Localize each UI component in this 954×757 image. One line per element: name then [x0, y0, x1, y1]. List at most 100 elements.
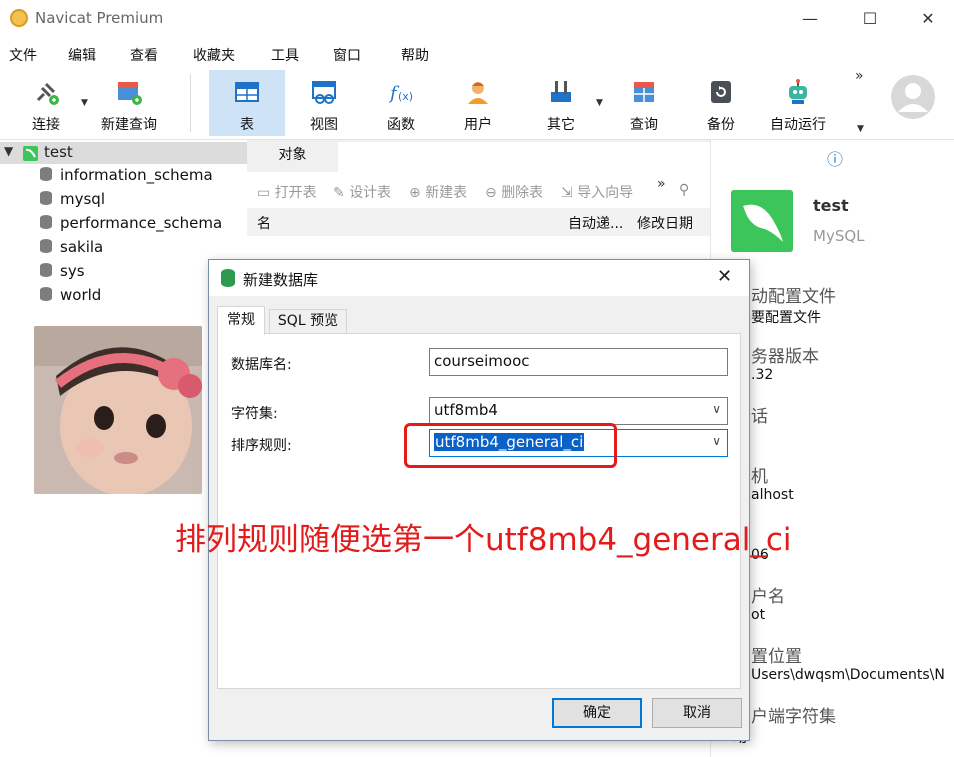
menu-window[interactable]: 窗口	[333, 45, 361, 65]
new-table-button[interactable]: ⊕ 新建表	[409, 182, 467, 202]
avatar-icon[interactable]	[890, 74, 936, 120]
autorun-dropdown-icon[interactable]: ▼	[857, 124, 864, 134]
menu-edit[interactable]: 编辑	[68, 45, 96, 65]
chevron-down-icon[interactable]: ▼	[4, 144, 13, 158]
mysql-connection-icon	[23, 146, 38, 161]
autorun-label: 自动运行	[770, 117, 826, 133]
tree-db-sakila[interactable]: sakila	[40, 238, 103, 260]
open-table-label: 打开表	[274, 185, 317, 201]
query-button[interactable]: 查询	[606, 70, 682, 136]
database-icon	[40, 191, 52, 205]
annotation-text: 排列规则随便选第一个utf8mb4_general_ci	[175, 522, 792, 558]
function-button[interactable]: f (x) 函数	[363, 70, 439, 136]
query-icon	[634, 82, 654, 102]
objects-more-button[interactable]: »	[657, 176, 666, 192]
collation-label: 排序规则:	[231, 438, 292, 454]
tree-db-mysql[interactable]: mysql	[40, 190, 105, 212]
navicat-logo-icon	[10, 9, 28, 27]
db-name-value: courseimooc	[434, 352, 530, 370]
design-table-label: 设计表	[349, 185, 392, 201]
main-toolbar: 连接 ▼ 新建查询 表 视图 f (x) 函数 用户 其它 ▼ 查询 备份 自动运…	[0, 68, 954, 140]
database-icon	[40, 263, 52, 277]
function-icon: f (x)	[388, 83, 413, 104]
design-table-button[interactable]: ✎ 设计表	[333, 182, 391, 202]
tree-db-label: mysql	[60, 190, 105, 208]
charset-label: 字符集:	[231, 406, 278, 422]
tree-db-label: sakila	[60, 238, 104, 256]
baby-photo	[34, 326, 202, 494]
cancel-button[interactable]: 取消	[652, 698, 742, 728]
menu-favorites[interactable]: 收藏夹	[193, 45, 235, 65]
tree-root-test[interactable]: ▼ test	[0, 142, 247, 164]
db-name-input[interactable]: courseimooc	[429, 348, 728, 376]
menu-view[interactable]: 查看	[130, 45, 158, 65]
ok-button[interactable]: 确定	[552, 698, 642, 728]
tree-db-sys[interactable]: sys	[40, 262, 85, 284]
info-label-config: 动配置文件	[751, 287, 836, 307]
plug-icon	[36, 82, 59, 105]
others-label: 其它	[547, 117, 575, 133]
plus-icon: ⊕	[409, 185, 426, 201]
database-icon	[40, 239, 52, 253]
charset-select[interactable]: utf8mb4 ∨	[429, 397, 728, 425]
info-label-host: 机	[751, 467, 768, 487]
search-icon[interactable]: ⚲	[679, 182, 689, 198]
menu-tools[interactable]: 工具	[271, 45, 299, 65]
open-table-icon: ▭	[257, 185, 275, 201]
objects-tabbar: 对象	[247, 140, 710, 172]
tree-db-performance-schema[interactable]: performance_schema	[40, 214, 222, 236]
table-button[interactable]: 表	[209, 70, 285, 136]
new-query-icon	[118, 82, 142, 105]
close-button[interactable]: ✕	[913, 6, 943, 32]
chevron-down-icon: ∨	[712, 434, 721, 448]
tree-db-label: world	[60, 286, 102, 304]
connect-button[interactable]: 连接	[8, 70, 84, 136]
db-name-label: 数据库名:	[231, 357, 292, 373]
view-icon	[312, 81, 336, 104]
connect-dropdown-icon[interactable]: ▼	[81, 98, 88, 108]
autorun-button[interactable]: 自动运行	[760, 70, 836, 136]
column-name[interactable]: 名	[257, 213, 271, 233]
others-button[interactable]: 其它	[523, 70, 599, 136]
tree-db-information-schema[interactable]: information_schema	[40, 166, 213, 188]
title-bar: Navicat Premium — ☐ ✕	[0, 0, 954, 38]
others-dropdown-icon[interactable]: ▼	[596, 98, 603, 108]
close-icon[interactable]: ✕	[717, 266, 732, 287]
view-button[interactable]: 视图	[286, 70, 362, 136]
column-auto-increment[interactable]: 自动递...	[568, 213, 623, 233]
user-label: 用户	[464, 117, 492, 133]
query-label: 查询	[630, 117, 658, 133]
tab-sql-preview[interactable]: SQL 预览	[269, 309, 347, 333]
import-wizard-button[interactable]: ⇲ 导入向导	[561, 182, 633, 202]
tab-objects[interactable]: 对象	[247, 140, 338, 172]
backup-label: 备份	[707, 117, 735, 133]
minimize-button[interactable]: —	[795, 6, 825, 32]
tree-db-world[interactable]: world	[40, 286, 101, 308]
column-modified-date[interactable]: 修改日期	[637, 213, 693, 233]
delete-table-button[interactable]: ⊖ 删除表	[485, 182, 543, 202]
objects-toolbar: ▭ 打开表 ✎ 设计表 ⊕ 新建表 ⊖ 删除表 ⇲ 导入向导 » ⚲	[247, 176, 710, 206]
svg-text:(x): (x)	[398, 90, 413, 103]
tab-general[interactable]: 常规	[217, 306, 265, 335]
toolbar-more-button[interactable]: »	[855, 68, 864, 84]
mysql-dolphin-icon	[731, 190, 793, 252]
app-title: Navicat Premium	[35, 9, 164, 27]
info-label-session: 话	[751, 407, 768, 427]
info-icon[interactable]: ⓘ	[827, 146, 843, 170]
table-label: 表	[240, 117, 254, 133]
new-query-label: 新建查询	[101, 117, 157, 133]
function-label: 函数	[387, 117, 415, 133]
menu-file[interactable]: 文件	[9, 45, 37, 65]
toolbar-separator	[190, 74, 191, 132]
view-label: 视图	[310, 117, 338, 133]
backup-icon	[711, 81, 731, 103]
tools-icon	[551, 81, 571, 102]
new-query-button[interactable]: 新建查询	[91, 70, 167, 136]
info-value-location: Users\dwqsm\Documents\N	[751, 667, 945, 683]
open-table-button[interactable]: ▭ 打开表	[257, 182, 317, 202]
user-button[interactable]: 用户	[440, 70, 516, 136]
menu-help[interactable]: 帮助	[401, 45, 429, 65]
backup-button[interactable]: 备份	[683, 70, 759, 136]
robot-icon	[789, 79, 807, 104]
maximize-button[interactable]: ☐	[855, 6, 885, 32]
